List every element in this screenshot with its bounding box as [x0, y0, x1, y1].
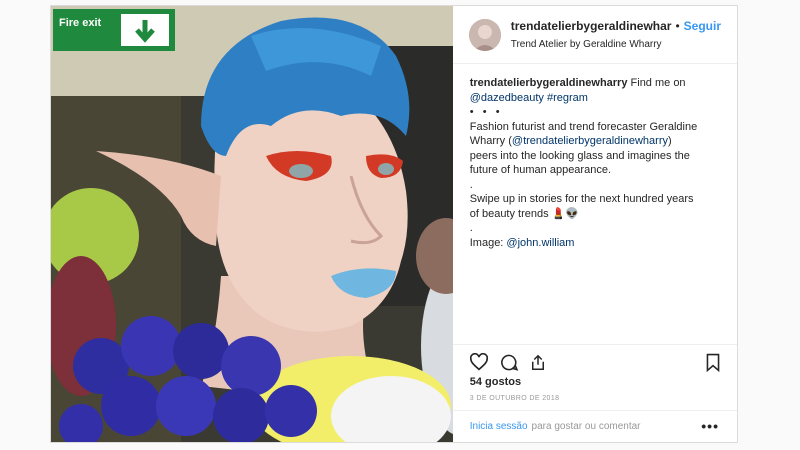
caption-body-line: Fashion futurist and trend forecaster Ge…	[469, 120, 698, 133]
mention-dazedbeauty[interactable]: @dazedbeauty	[470, 92, 544, 104]
mention-photographer[interactable]: @john.william	[506, 237, 574, 249]
mention-self[interactable]: @trendatelierbygeraldinewharry	[512, 135, 668, 147]
avatar[interactable]	[468, 18, 501, 51]
post-image[interactable]: Fire exit	[51, 6, 453, 442]
caption-body-line: Swipe up in stories for the next hundred…	[469, 193, 694, 205]
separator-dot: •	[675, 18, 680, 33]
hashtag-regram[interactable]: #regram	[547, 92, 588, 104]
more-options-icon[interactable]: •••	[701, 418, 719, 434]
exit-sign: Fire exit	[53, 9, 175, 51]
caption-separator: .	[469, 222, 473, 234]
caption-text: Wharry (	[469, 135, 512, 147]
bookmark-icon[interactable]	[705, 353, 721, 377]
caption-body-line: of beauty trends 💄👽	[469, 207, 580, 220]
username-link[interactable]: trendatelierbygeraldinewhar	[511, 19, 672, 33]
post-caption: trendatelierbygeraldinewharry Find me on…	[453, 64, 737, 334]
portrait-illustration: Fire exit	[51, 6, 453, 442]
caption-text: )	[668, 135, 672, 147]
caption-text: Image:	[469, 236, 507, 249]
comment-footer: Inicia sessão para gostar ou comentar ••…	[452, 410, 737, 442]
comment-icon[interactable]	[499, 353, 519, 377]
share-icon[interactable]	[529, 353, 547, 377]
post-header: trendatelierbygeraldinewhar • Seguir Trend…	[452, 6, 737, 64]
likes-count[interactable]: 54 gostos	[470, 376, 521, 388]
login-link[interactable]: Inicia sessão	[470, 421, 528, 432]
post-card: Fire exit trendatelierbygeraldinewhar • …	[50, 5, 738, 443]
post-date: 3 DE OUTUBRO DE 2018	[469, 395, 560, 402]
account-full-name: Trend Atelier by Geraldine Wharry	[510, 38, 662, 50]
caption-text: Find me on	[627, 77, 686, 89]
caption-dots: • • •	[469, 106, 500, 118]
heart-icon[interactable]	[469, 352, 489, 376]
follow-button[interactable]: Seguir	[684, 19, 721, 33]
caption-author-link[interactable]: trendatelierbygeraldinewharry	[470, 77, 628, 89]
caption-separator: .	[469, 178, 473, 191]
action-bar	[452, 344, 737, 377]
caption-body-line: future of human appearance.	[469, 164, 611, 176]
avatar-image	[468, 18, 501, 51]
exit-sign-text: Fire exit	[59, 17, 102, 29]
comment-hint-text: para gostar ou comentar	[531, 421, 641, 432]
post-sidebar: trendatelierbygeraldinewhar • Seguir Trend…	[452, 6, 737, 442]
caption-body-line: peers into the looking glass and imagine…	[469, 149, 690, 162]
